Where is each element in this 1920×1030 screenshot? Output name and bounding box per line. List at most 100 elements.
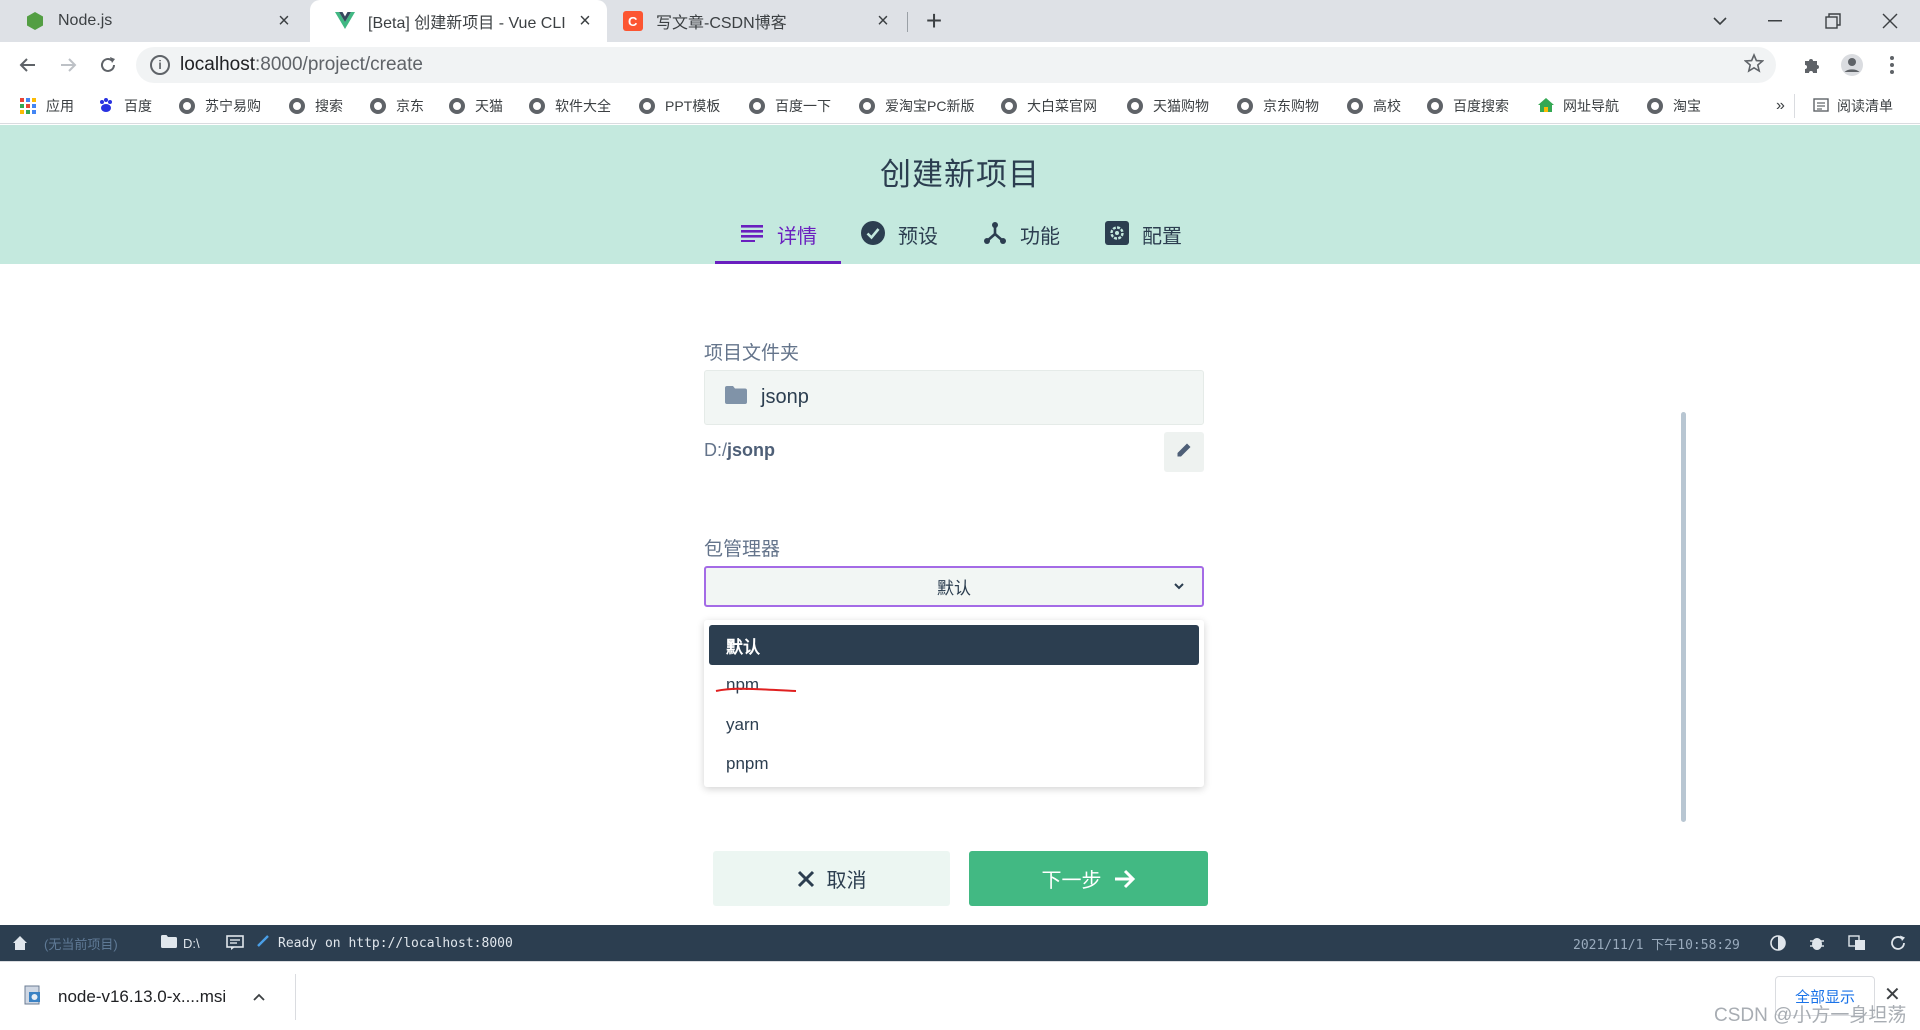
project-folder-input[interactable]: jsonp xyxy=(704,370,1204,425)
cwd-status[interactable]: D:\ xyxy=(161,925,200,961)
bookmark-item[interactable]: 百度搜索 xyxy=(1427,94,1509,118)
tab-search-button[interactable] xyxy=(1690,0,1750,42)
bookmark-item[interactable]: 网址导航 xyxy=(1537,94,1619,118)
edit-path-button[interactable] xyxy=(1164,432,1204,472)
restore-button[interactable] xyxy=(1803,0,1863,42)
bookmark-item[interactable]: 软件大全 xyxy=(529,94,611,118)
bookmark-baidu[interactable]: 百度 xyxy=(98,94,152,118)
step-tab-features[interactable]: 功能 xyxy=(982,220,1060,264)
bookmark-item[interactable]: 天猫购物 xyxy=(1127,94,1209,118)
dark-mode-toggle-icon[interactable] xyxy=(1770,925,1786,961)
globe-icon xyxy=(179,98,195,114)
bookmark-item[interactable]: 爱淘宝PC新版 xyxy=(859,94,974,118)
browser-menu-icon[interactable] xyxy=(1876,49,1908,81)
page-title: 创建新项目 xyxy=(880,157,1040,192)
refresh-icon[interactable] xyxy=(1890,925,1906,961)
installer-file-icon xyxy=(22,984,44,1011)
package-manager-dropdown: 默认 npm yarn pnpm xyxy=(704,620,1204,787)
console-log-icon[interactable] xyxy=(226,925,244,961)
close-tab-icon[interactable]: × xyxy=(571,7,599,35)
next-label: 下一步 xyxy=(1041,870,1102,892)
step-tab-details[interactable]: 详情 xyxy=(715,220,841,264)
minimize-button[interactable] xyxy=(1745,0,1805,42)
tab-csdn[interactable]: C 写文章-CSDN博客 × xyxy=(600,0,905,42)
home-icon[interactable] xyxy=(12,925,28,961)
arrow-right-icon xyxy=(1114,869,1136,889)
translate-icon[interactable] xyxy=(1848,925,1866,961)
extensions-puzzle-icon[interactable] xyxy=(1796,49,1828,81)
svg-text:C: C xyxy=(628,14,638,29)
bookmark-item[interactable]: 京东 xyxy=(370,94,424,118)
globe-icon xyxy=(289,98,305,114)
vue-icon xyxy=(334,10,356,32)
address-bar[interactable]: i localhost:8000/project/create xyxy=(136,47,1776,83)
chevron-up-icon[interactable] xyxy=(252,987,266,1007)
bookmark-item[interactable]: 百度一下 xyxy=(749,94,831,118)
csdn-watermark: CSDN @小方一身坦荡 xyxy=(1714,1005,1907,1026)
bookmark-item[interactable]: 高校 xyxy=(1347,94,1401,118)
step-tab-preset[interactable]: 预设 xyxy=(860,220,938,264)
bookmark-item[interactable]: 淘宝 xyxy=(1647,94,1701,118)
bookmark-item[interactable]: 京东购物 xyxy=(1237,94,1319,118)
vue-ui-statusbar: (无当前项目) D:\ Ready on http://localhost:80… xyxy=(0,925,1920,961)
site-info-icon[interactable]: i xyxy=(150,55,170,75)
page-scrollbar[interactable] xyxy=(1681,412,1686,822)
bookmarks-bar: 应用 百度 苏宁易购 搜索 京东 天猫 软件大全 PPT模板 百度一下 爱淘宝P… xyxy=(0,88,1920,124)
next-button[interactable]: 下一步 xyxy=(969,851,1208,906)
project-folder-value: jsonp xyxy=(761,386,809,408)
url-text: localhost:8000/project/create xyxy=(180,54,423,75)
bookmark-item[interactable]: 搜索 xyxy=(289,94,343,118)
globe-icon xyxy=(1001,98,1017,114)
download-item[interactable]: node-v16.13.0-x....msi xyxy=(22,975,296,1019)
reload-icon[interactable] xyxy=(92,49,124,81)
folder-icon xyxy=(161,935,177,951)
current-project-status[interactable]: (无当前项目) xyxy=(44,925,118,961)
status-datetime: 2021/11/1 下午10:58:29 xyxy=(1573,937,1740,953)
page-header: 创建新项目 详情 预设 功能 配置 xyxy=(0,125,1920,264)
bookmark-star-icon[interactable] xyxy=(1743,52,1765,79)
tab-title: 写文章-CSDN博客 xyxy=(656,15,787,32)
tab-vue-cli[interactable]: [Beta] 创建新项目 - Vue CLI × xyxy=(310,0,607,42)
close-window-button[interactable] xyxy=(1860,0,1920,42)
step-label: 详情 xyxy=(777,226,817,248)
back-arrow-icon[interactable] xyxy=(12,49,44,81)
reading-list-button[interactable]: 阅读清单 xyxy=(1813,94,1893,118)
bookmark-item[interactable]: PPT模板 xyxy=(639,94,720,118)
package-manager-select[interactable]: 默认 xyxy=(704,566,1204,607)
download-filename: node-v16.13.0-x....msi xyxy=(58,987,227,1006)
forward-arrow-icon[interactable] xyxy=(52,49,84,81)
folder-icon xyxy=(725,386,747,409)
step-label: 功能 xyxy=(1020,226,1060,248)
apps-grid-icon xyxy=(20,98,36,114)
globe-icon xyxy=(370,98,386,114)
list-icon xyxy=(739,220,765,246)
bookmark-item[interactable]: 大白菜官网 xyxy=(1001,94,1097,118)
fork-icon xyxy=(982,220,1008,246)
globe-icon xyxy=(639,98,655,114)
bookmark-item[interactable]: 天猫 xyxy=(449,94,503,118)
new-tab-button[interactable]: + xyxy=(918,6,950,38)
browser-toolbar: i localhost:8000/project/create xyxy=(0,42,1920,88)
tab-nodejs[interactable]: Node.js × xyxy=(0,0,306,42)
chevron-down-icon xyxy=(1172,578,1186,598)
package-manager-label: 包管理器 xyxy=(704,539,781,560)
option-default[interactable]: 默认 xyxy=(709,625,1199,665)
cancel-label: 取消 xyxy=(826,870,867,892)
bookmarks-overflow-chevron[interactable]: » xyxy=(1776,94,1785,118)
cancel-button[interactable]: 取消 xyxy=(713,851,950,906)
bookmark-apps[interactable]: 应用 xyxy=(20,94,74,118)
bug-report-icon[interactable] xyxy=(1809,925,1825,961)
bookmark-item[interactable]: 苏宁易购 xyxy=(179,94,261,118)
csdn-icon: C xyxy=(622,10,644,32)
downloads-bar: node-v16.13.0-x....msi 全部显示 ✕ CSDN @小方一身… xyxy=(0,961,1920,1030)
close-tab-icon[interactable]: × xyxy=(869,7,897,35)
option-yarn[interactable]: yarn xyxy=(709,705,1199,745)
globe-icon xyxy=(749,98,765,114)
globe-icon xyxy=(529,98,545,114)
close-tab-icon[interactable]: × xyxy=(270,7,298,35)
globe-icon xyxy=(1647,98,1663,114)
profile-avatar-icon[interactable] xyxy=(1836,49,1868,81)
close-icon xyxy=(797,870,815,888)
option-pnpm[interactable]: pnpm xyxy=(709,744,1199,784)
step-tab-config[interactable]: 配置 xyxy=(1104,220,1182,264)
